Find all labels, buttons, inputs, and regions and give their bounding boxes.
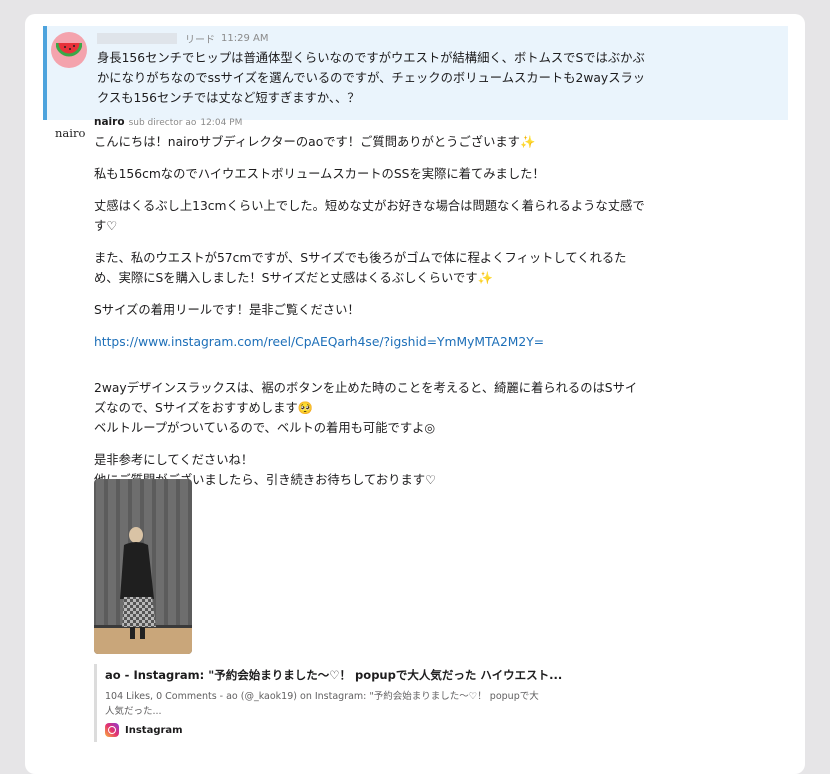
reply-paragraph: 丈感はくるぶし上13cmくらい上でした。短めな丈がお好きな場合は問題なく着られる…: [94, 196, 704, 236]
message-thread: リード 11:29 AM 身長156センチでヒップは普通体型くらいなのですがウエ…: [25, 14, 805, 774]
model-photo-image: [94, 479, 192, 654]
reply-paragraph: Sサイズの着用リールです！是非ご覧ください！: [94, 303, 360, 317]
watermelon-icon: [56, 42, 82, 57]
reply-text: 丈感はくるぶし上13cmくらい上でした。短めな丈がお好きな場合は問題なく着られる…: [94, 199, 645, 213]
instagram-reel-link[interactable]: https://www.instagram.com/reel/CpAEQarh4…: [94, 335, 544, 349]
sparkles-icon: ✨: [477, 271, 493, 285]
watermelon-avatar[interactable]: [51, 32, 87, 68]
reply-text: 是非参考にしてくださいね！: [94, 453, 254, 467]
reply-paragraph: 2wayデザインスラックスは、裾のボタンを止めた時のことを考えると、綺麗に着られ…: [94, 378, 704, 438]
reply-text: ズなので、Sサイズをおすすめします: [94, 401, 298, 415]
reply-header: nairo sub director ao 12:04 PM: [94, 116, 242, 132]
link-preview-source: Instagram: [105, 723, 604, 737]
reply-text: め、実際にSを購入しました！Sサイズだと丈感はくるぶしくらいです: [94, 271, 478, 285]
reply-text: す♡: [94, 219, 118, 233]
link-preview-title[interactable]: ao - Instagram: "予約会始まりました〜♡！ popupで大人気だ…: [105, 667, 604, 683]
reply-text: また、私のウエストが57cmですが、Sサイズでも後ろがゴムで体に程よくフィットし…: [94, 251, 627, 265]
reply-paragraph: また、私のウエストが57cmですが、Sサイズでも後ろがゴムで体に程よくフィットし…: [94, 248, 704, 288]
reply-text: ベルトループがついているので、ベルトの着用も可能ですよ◎: [94, 421, 436, 435]
reply-text: 2wayデザインスラックスは、裾のボタンを止めた時のことを考えると、綺麗に着られ…: [94, 381, 638, 395]
lead-tag: リード: [185, 34, 215, 46]
lead-message-header: リード 11:29 AM: [97, 30, 268, 46]
reply-timestamp[interactable]: 12:04 PM: [200, 118, 242, 128]
lead-text-line: かになりがちなのでssサイズを選んでいるのですが、チェックのボリュームスカートも…: [97, 71, 646, 85]
nairo-avatar[interactable]: nairo: [55, 126, 85, 140]
lead-text-line: クスも156センチでは丈など短すぎますか、、？: [97, 91, 360, 105]
link-preview-description-line: 人気だった...: [105, 706, 162, 717]
reply-author-role: sub director ao: [128, 118, 197, 128]
lead-message-text: 身長156センチでヒップは普通体型くらいなのですがウエストが結構細く、ボトムスで…: [97, 48, 707, 108]
reply-paragraph: 私も156cmなのでハイウエストボリュームスカートのSSを実際に着てみました！: [94, 167, 545, 181]
reply-paragraph: こんにちは！nairoサブディレクターのaoです！ご質問ありがとうございます✨: [94, 132, 704, 152]
reply-author-name[interactable]: nairo: [94, 116, 125, 128]
preview-photo[interactable]: [94, 479, 192, 654]
pleading-face-icon: 🥺: [297, 401, 314, 415]
reply-text: こんにちは！nairoサブディレクターのaoです！ご質問ありがとうございます: [94, 135, 520, 149]
instagram-link-preview[interactable]: ao - Instagram: "予約会始まりました〜♡！ popupで大人気だ…: [94, 664, 604, 742]
instagram-icon: [105, 723, 119, 737]
reply-message-body: こんにちは！nairoサブディレクターのaoです！ご質問ありがとうございます✨ …: [94, 132, 704, 502]
link-preview-description-line: 104 Likes, 0 Comments - ao (@_kaok19) on…: [105, 691, 539, 702]
redacted-username: [97, 32, 177, 44]
lead-text-line: 身長156センチでヒップは普通体型くらいなのですがウエストが結構細く、ボトムスで…: [97, 51, 645, 65]
link-preview-description: 104 Likes, 0 Comments - ao (@_kaok19) on…: [105, 689, 575, 719]
lead-timestamp[interactable]: 11:29 AM: [221, 33, 268, 44]
link-preview-source-name: Instagram: [125, 724, 183, 736]
sparkles-icon: ✨: [519, 135, 536, 149]
